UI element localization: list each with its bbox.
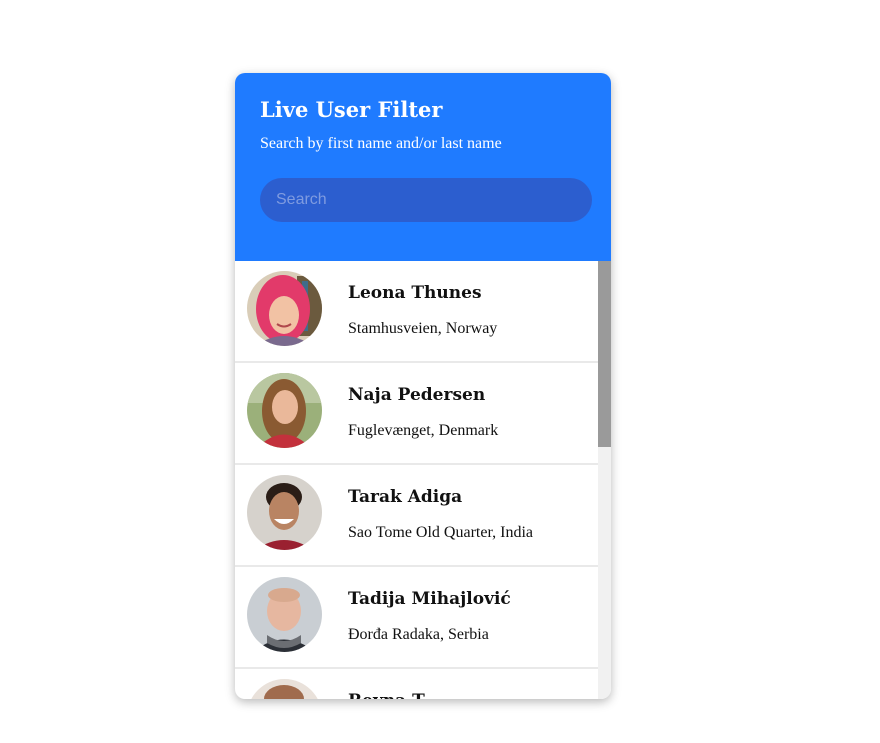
list-item[interactable]: Reyna T — [235, 669, 598, 699]
page-title: Live User Filter — [260, 97, 443, 122]
user-name: Naja Pedersen — [348, 385, 486, 405]
user-list[interactable]: Leona Thunes Stamhusveien, Norway Naja P… — [235, 261, 598, 699]
user-name: Tarak Adiga — [348, 487, 463, 507]
selected-text: Sao Tome Old Quarter, India — [348, 524, 534, 541]
user-name: Leona Thunes — [348, 283, 482, 303]
avatar — [247, 577, 322, 652]
list-item[interactable]: Tadija Mihajlović Đorđa Radaka, Serbia — [235, 567, 598, 669]
user-name: Tadija Mihajlović — [348, 589, 511, 609]
avatar — [247, 475, 322, 550]
user-location: Đorđa Radaka, Serbia — [348, 626, 489, 643]
avatar — [247, 679, 322, 699]
avatar — [247, 373, 322, 448]
page-subtitle: Search by first name and/or last name — [260, 135, 502, 152]
header: Live User Filter Search by first name an… — [235, 73, 611, 261]
search-input[interactable] — [260, 178, 592, 222]
avatar — [247, 271, 322, 346]
list-item[interactable]: Leona Thunes Stamhusveien, Norway — [235, 261, 598, 363]
list-item[interactable]: Naja Pedersen Fuglevænget, Denmark — [235, 363, 598, 465]
user-location: Fuglevænget, Denmark — [348, 422, 499, 439]
user-filter-card: Live User Filter Search by first name an… — [235, 73, 611, 699]
list-item[interactable]: Tarak Adiga Sao Tome Old Quarter, India — [235, 465, 598, 567]
user-location: Sao Tome Old Quarter, India — [348, 523, 533, 543]
scrollbar-thumb[interactable] — [598, 261, 611, 447]
user-name: Reyna T — [348, 690, 425, 699]
scrollbar[interactable] — [598, 261, 611, 699]
user-location: Stamhusveien, Norway — [348, 320, 498, 337]
